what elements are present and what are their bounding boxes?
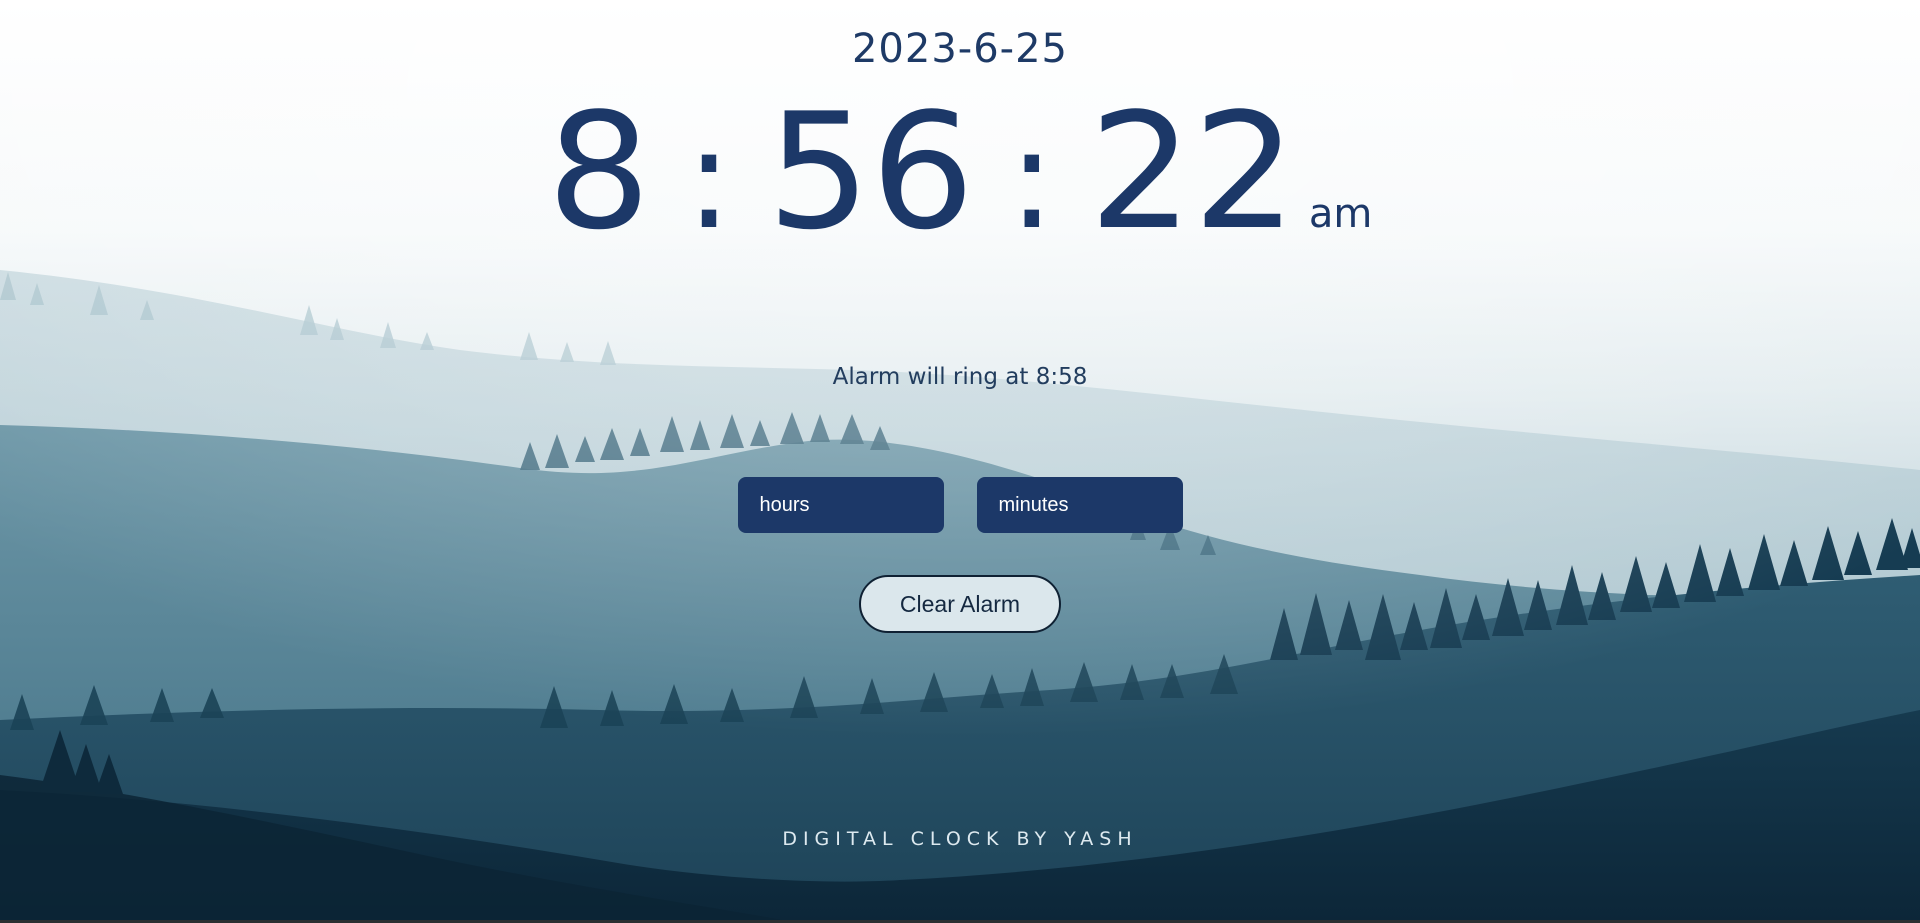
- period-label: am: [1308, 191, 1373, 237]
- clock-app: 2023-6-25 8:56:22 am Alarm will ring at 8…: [0, 0, 1920, 923]
- time-separator: :: [1008, 98, 1056, 261]
- page: 2023-6-25 8:56:22 am Alarm will ring at 8…: [0, 0, 1920, 923]
- time-separator: :: [685, 98, 733, 261]
- date-display: 2023-6-25: [851, 26, 1068, 72]
- hours-value: 8: [546, 78, 651, 265]
- minutes-value: 56: [766, 78, 975, 265]
- alarm-minutes-input[interactable]: [976, 477, 1183, 533]
- alarm-inputs: [0, 477, 1920, 533]
- alarm-hours-input[interactable]: [737, 477, 944, 533]
- seconds-value: 22: [1089, 78, 1297, 265]
- alarm-status-text: Alarm will ring at 8:58: [832, 364, 1088, 390]
- time-display: 8:56:22 am: [0, 92, 1920, 260]
- footer-credit: DIGITAL CLOCK BY YASH: [782, 828, 1138, 850]
- clear-alarm-button[interactable]: Clear Alarm: [859, 575, 1061, 633]
